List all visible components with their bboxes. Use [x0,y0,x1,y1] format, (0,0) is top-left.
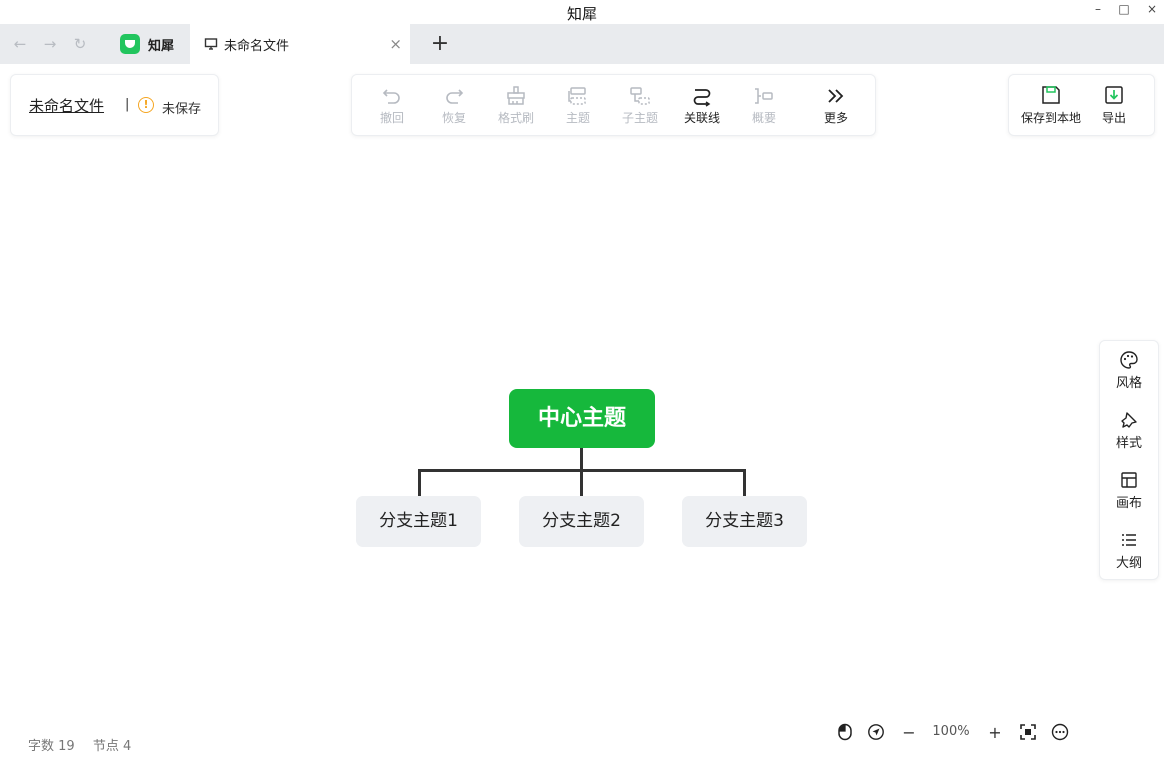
separator: | [125,97,130,112]
edit-toolbar: 撤回 恢复 格式刷 主题 子主题 关联线 概要 更多 [351,74,876,136]
export-label: 导出 [1101,111,1126,125]
topic-icon [568,87,586,105]
save-status: 未保存 [162,102,202,117]
minimize-button[interactable]: – [1089,2,1107,16]
fit-screen-icon[interactable] [1019,723,1037,741]
outline-label: 大纲 [1115,556,1142,571]
tab-home-label: 知犀 [148,38,175,54]
side-panel: 风格 样式 画布 大纲 [1099,340,1159,580]
branch-topic-node-1[interactable]: 分支主题1 [356,496,481,547]
canvas-label: 画布 [1115,496,1142,511]
relation-line-label: 关联线 [683,111,720,125]
forward-icon[interactable]: → [40,35,60,53]
format-brush-icon [507,86,525,105]
connector-branch-2 [580,469,583,496]
central-topic-node[interactable]: 中心主题 [509,389,655,448]
subtopic-label: 子主题 [621,111,658,125]
export-icon [1105,86,1123,104]
tab-document-label: 未命名文件 [224,38,290,54]
layout-icon [1121,472,1137,488]
subtopic-icon [630,87,650,105]
zoom-in-button[interactable]: + [985,723,1005,742]
warning-icon: ! [138,97,154,113]
palette-icon [1120,351,1138,369]
more-button[interactable]: 更多 [808,75,864,135]
save-icon [1042,86,1060,104]
connector-branch-1 [418,469,421,496]
document-stats: 字数 19 节点 4 [28,735,145,754]
reload-icon[interactable]: ↻ [70,35,90,53]
file-info-card: 未命名文件 | ! 未保存 [10,74,219,136]
maximize-button[interactable]: □ [1115,2,1133,16]
zoom-level: 100% [932,724,970,739]
connector-branch-3 [743,469,746,496]
canvas-button[interactable]: 画布 [1100,470,1158,511]
close-window-button[interactable]: × [1143,2,1161,16]
topic-button[interactable]: 主题 [550,75,606,135]
summary-icon [755,88,773,104]
undo-label: 撤回 [379,111,404,125]
zoom-out-button[interactable]: − [899,723,919,742]
save-local-button[interactable]: 保存到本地 [1017,75,1085,135]
undo-button[interactable]: 撤回 [364,75,420,135]
format-style-button[interactable]: 样式 [1100,410,1158,451]
style-theme-label: 风格 [1115,376,1142,391]
format-brush-label: 格式刷 [497,111,534,125]
window-title: 知犀 [566,5,597,23]
save-export-card: 保存到本地 导出 [1008,74,1155,136]
undo-icon [382,89,400,104]
title-bar: 知犀 – □ × [0,0,1164,24]
new-tab-button[interactable]: + [430,31,450,56]
mouse-mode-icon[interactable] [836,723,854,741]
redo-label: 恢复 [441,111,466,125]
summary-label: 概要 [751,111,776,125]
node-count: 节点 4 [92,739,132,754]
export-button[interactable]: 导出 [1094,75,1134,135]
more-label: 更多 [823,111,848,125]
style-theme-button[interactable]: 风格 [1100,350,1158,391]
redo-icon [446,89,464,104]
format-style-label: 样式 [1115,436,1142,451]
outline-button[interactable]: 大纲 [1100,530,1158,571]
format-brush-button[interactable]: 格式刷 [488,75,544,135]
branch-topic-node-2[interactable]: 分支主题2 [519,496,644,547]
more-chevrons-icon [828,89,844,103]
pin-icon [1121,412,1137,428]
summary-button[interactable]: 概要 [736,75,792,135]
relation-line-icon [693,89,711,107]
back-icon[interactable]: ← [10,35,30,53]
redo-button[interactable]: 恢复 [426,75,482,135]
branch-topic-node-3[interactable]: 分支主题3 [682,496,807,547]
word-count: 字数 19 [28,739,75,754]
close-tab-icon[interactable]: × [389,35,402,53]
list-icon [1122,534,1136,546]
locate-icon[interactable] [867,723,885,741]
save-local-label: 保存到本地 [1020,111,1081,125]
subtopic-button[interactable]: 子主题 [612,75,668,135]
tab-bar: ← → ↻ 知犀 未命名文件 × + [0,24,1164,64]
tab-document[interactable]: 未命名文件 × [190,24,410,64]
topic-label: 主题 [565,111,590,125]
file-name[interactable]: 未命名文件 [29,95,104,116]
monitor-icon [204,38,218,50]
tab-home[interactable]: 知犀 [108,24,190,64]
app-logo-icon [120,34,140,54]
relation-line-button[interactable]: 关联线 [674,75,730,135]
more-options-icon[interactable] [1051,723,1069,741]
